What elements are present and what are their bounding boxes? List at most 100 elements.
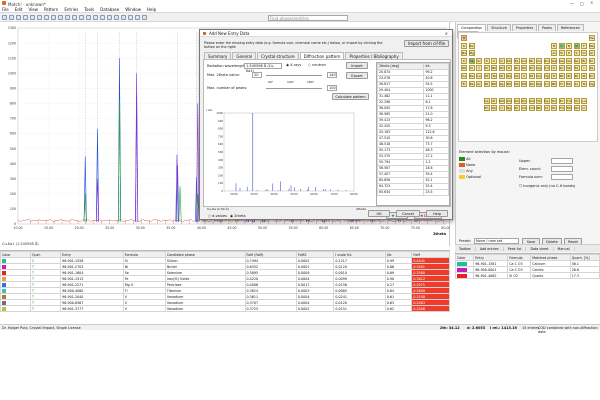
element-er[interactable]: Er xyxy=(558,97,565,104)
element-gd[interactable]: Gd xyxy=(528,97,535,104)
element-c[interactable]: C xyxy=(558,42,565,49)
element-cu[interactable]: Cu xyxy=(536,57,542,64)
element-cd[interactable]: Cd xyxy=(543,65,550,72)
element-au[interactable]: Au xyxy=(536,73,542,79)
element-rg[interactable]: Rg xyxy=(536,80,542,87)
element-bi[interactable]: Bi xyxy=(566,73,572,79)
export-button[interactable]: Export xyxy=(346,71,368,79)
filter-icon[interactable] xyxy=(114,14,119,20)
element-kr[interactable]: Kr xyxy=(588,57,595,64)
element-pd[interactable]: Pd xyxy=(528,65,535,72)
settings-icon[interactable] xyxy=(100,14,105,20)
element-cn[interactable]: Cn xyxy=(543,80,550,87)
background-icon[interactable] xyxy=(72,14,77,20)
right-tab[interactable]: Structure xyxy=(487,24,511,31)
upper-input[interactable] xyxy=(551,158,573,164)
lower-tab[interactable]: Manual xyxy=(554,246,575,251)
twotheta-radio[interactable]: ◉ 2theta xyxy=(230,214,246,218)
element-pm[interactable]: Pm xyxy=(506,97,512,104)
element-pr[interactable]: Pr xyxy=(491,97,497,104)
num-peaks-input[interactable]: 100 xyxy=(327,84,337,91)
element-og[interactable]: Og xyxy=(588,80,595,87)
zoom-fit-icon[interactable] xyxy=(58,14,63,20)
element-se[interactable]: Se xyxy=(573,57,580,64)
zoom-out-icon[interactable] xyxy=(51,14,56,20)
element-ar[interactable]: Ar xyxy=(588,50,595,57)
cancel-button[interactable]: Cancel xyxy=(396,210,420,217)
element-ge[interactable]: Ge xyxy=(558,57,565,64)
formula-input[interactable] xyxy=(551,174,573,180)
peak-table-wrap[interactable]: 2theta [deg] Int. 20.874 99.2 23.076 40.6 26.6… xyxy=(376,61,450,206)
xray-radio[interactable]: ◉ X-rays xyxy=(286,63,301,67)
element-ca[interactable]: Ca xyxy=(468,57,475,64)
element-tc[interactable]: Tc xyxy=(506,65,512,72)
element-tb[interactable]: Tb xyxy=(536,97,542,104)
element-na[interactable]: Na xyxy=(461,50,467,57)
element-dy[interactable]: Dy xyxy=(543,97,550,104)
element-i[interactable]: I xyxy=(581,65,587,72)
menu-file[interactable]: File xyxy=(2,7,9,12)
element-pt[interactable]: Pt xyxy=(528,73,535,79)
maximize-icon[interactable]: □ xyxy=(580,1,584,6)
element-ag[interactable]: Ag xyxy=(536,65,542,72)
element-lr[interactable]: Lr xyxy=(581,105,587,112)
element-ho[interactable]: Ho xyxy=(551,97,557,104)
export-icon[interactable] xyxy=(128,14,133,20)
wavelength-select[interactable]: 1.540598 Å (Cu-Ka1) xyxy=(244,62,282,73)
element-sn[interactable]: Sn xyxy=(558,65,565,72)
element-fe[interactable]: Fe xyxy=(513,57,520,64)
lower-tab[interactable]: Peak list xyxy=(504,246,527,251)
element-pa[interactable]: Pa xyxy=(491,105,497,112)
candidates-table[interactable]: Color Quel. Entry Formula Candidate phase FoM… xyxy=(0,251,450,312)
element-si[interactable]: Si xyxy=(558,50,565,57)
element-sb[interactable]: Sb xyxy=(566,65,572,72)
element-rf[interactable]: Rf xyxy=(483,80,490,87)
lower-tab[interactable]: Data sheet xyxy=(526,246,554,251)
element-he[interactable]: He xyxy=(588,35,595,41)
menu-database[interactable]: Database xyxy=(100,7,119,12)
element-ni[interactable]: Ni xyxy=(528,57,535,64)
element-ba[interactable]: Ba xyxy=(468,73,475,79)
print-icon[interactable] xyxy=(23,14,28,20)
grid-icon[interactable] xyxy=(121,14,126,20)
max2theta-right-input[interactable]: 140 xyxy=(327,71,337,78)
element-ru[interactable]: Ru xyxy=(513,65,520,72)
pattern-preview-chart[interactable]: 0 100 200 300 400 500 600 700 800 900 1000 20.00 30.… xyxy=(208,111,358,199)
element-f[interactable]: F xyxy=(581,42,587,49)
undo-icon[interactable] xyxy=(30,14,35,20)
dvalues-radio[interactable]: ○ d-values xyxy=(208,214,227,218)
run-icon[interactable] xyxy=(86,14,91,20)
element-k[interactable]: K xyxy=(461,57,467,64)
inorganic-checkbox[interactable]: ☐ Inorganic only (no C-H bonds) xyxy=(519,184,575,188)
dialog-close-icon[interactable]: × xyxy=(445,31,448,36)
element-zr[interactable]: Zr xyxy=(483,65,490,72)
element-md[interactable]: Md xyxy=(566,105,572,112)
help-icon[interactable] xyxy=(142,14,147,20)
element-hg[interactable]: Hg xyxy=(543,73,550,79)
element-lu[interactable]: Lu xyxy=(581,97,587,104)
element-p[interactable]: P xyxy=(566,50,572,57)
element-bh[interactable]: Bh xyxy=(506,80,512,87)
new-icon[interactable] xyxy=(2,14,7,20)
element-th[interactable]: Th xyxy=(483,105,490,112)
element-po[interactable]: Po xyxy=(573,73,580,79)
element-la[interactable]: La xyxy=(476,73,482,79)
redo-icon[interactable] xyxy=(37,14,42,20)
element-cl[interactable]: Cl xyxy=(581,50,587,57)
element-eu[interactable]: Eu xyxy=(521,97,527,104)
element-v[interactable]: V xyxy=(491,57,497,64)
element-o[interactable]: O xyxy=(573,42,580,49)
lower-tab[interactable]: Add entries xyxy=(476,246,504,251)
element-pu[interactable]: Pu xyxy=(513,105,520,112)
matched-row[interactable]: 96-901-4062 Si O2 Quartz 17.3 xyxy=(455,272,600,279)
element-ta[interactable]: Ta xyxy=(491,73,497,79)
element-hs[interactable]: Hs xyxy=(513,80,520,87)
import-button[interactable]: Import xyxy=(346,62,368,69)
menu-help[interactable]: Help xyxy=(147,7,156,12)
element-ds[interactable]: Ds xyxy=(528,80,535,87)
element-hf[interactable]: Hf xyxy=(483,73,490,79)
menu-window[interactable]: Window xyxy=(125,7,141,12)
elemcount-input[interactable] xyxy=(551,166,573,172)
max2theta-input[interactable]: 20 xyxy=(252,71,262,78)
element-db[interactable]: Db xyxy=(491,80,497,87)
